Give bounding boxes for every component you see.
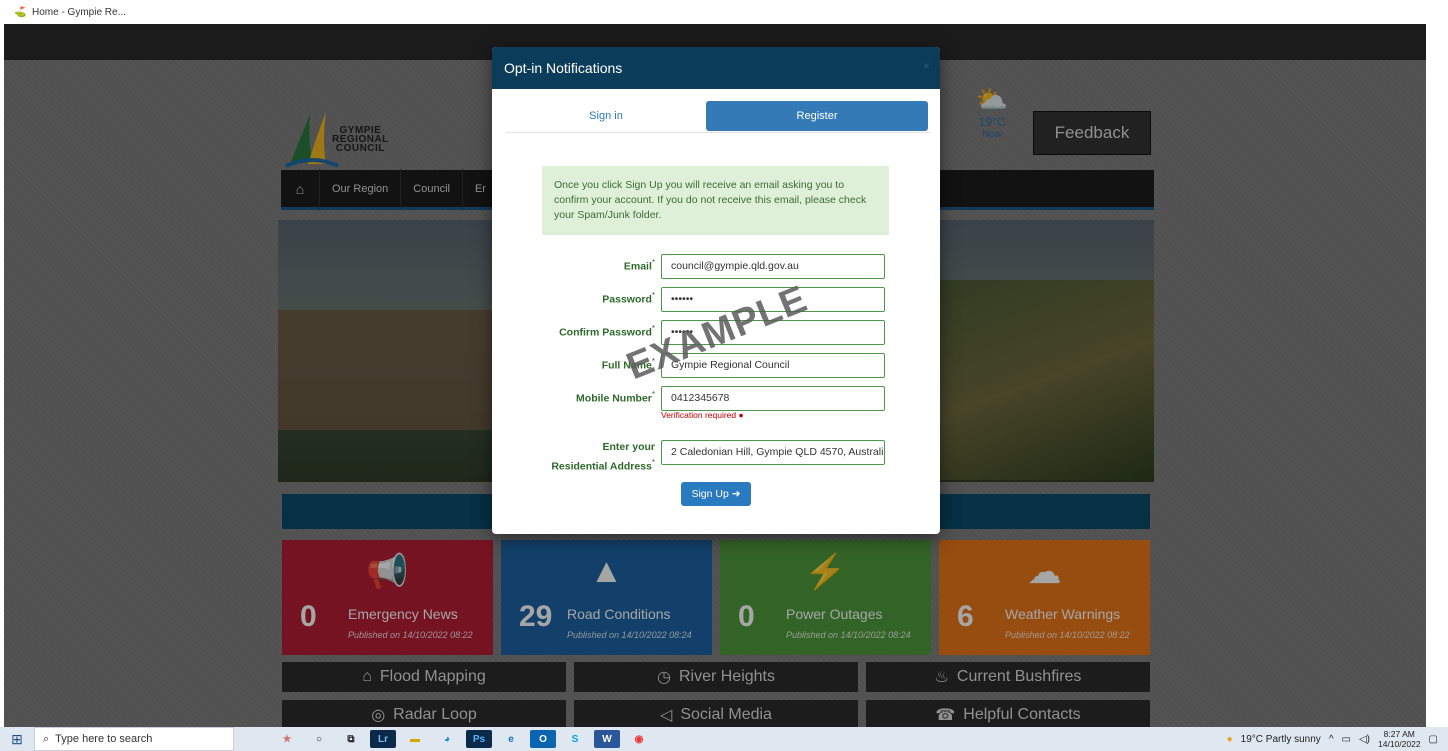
search-placeholder: Type here to search [55, 733, 153, 745]
chevron-up-icon[interactable]: ^ [1329, 734, 1334, 745]
verification-hint[interactable]: Verification required ● [661, 410, 744, 420]
windows-start-icon[interactable]: ⊞ [0, 731, 34, 748]
word-icon[interactable]: W [594, 730, 620, 748]
lightroom-icon[interactable]: Lr [370, 730, 396, 748]
tab-title[interactable]: Home - Gympie Re... [32, 7, 126, 18]
tab-sign-in[interactable]: Sign in [506, 101, 706, 131]
chrome-icon[interactable]: ◉ [626, 730, 652, 748]
password-label: Password* [602, 291, 655, 306]
outlook-icon[interactable]: O [530, 730, 556, 748]
modal-header: Opt-in Notifications × [492, 47, 940, 89]
notification-icon[interactable]: ▢ [1429, 734, 1438, 745]
clock[interactable]: 8:27 AM 14/10/2022 [1378, 729, 1421, 749]
widgets-icon[interactable]: ★ [274, 730, 300, 748]
volume-icon[interactable]: ◁) [1359, 734, 1370, 745]
address-label: Enter your Residential Address* [551, 441, 655, 473]
modal-title: Opt-in Notifications [504, 60, 623, 76]
mobile-number-field[interactable]: 0412345678 [661, 386, 885, 411]
network-icon[interactable]: ▭ [1342, 734, 1351, 745]
close-icon[interactable]: × [923, 59, 930, 73]
taskbar-weather[interactable]: 19°C Partly sunny [1241, 734, 1321, 745]
task-view-icon[interactable]: ⧉ [338, 730, 364, 748]
mobile-label: Mobile Number* [576, 390, 655, 405]
browser-viewport: GYMPIE REGIONAL COUNCIL ⛅ 19°C Now Feedb… [4, 24, 1426, 727]
confirm-password-label: Confirm Password* [559, 324, 655, 339]
windows-taskbar: ⊞ ⌕ Type here to search ★ ○ ⧉ Lr ▬ ◕ Ps … [0, 727, 1448, 751]
file-explorer-icon[interactable]: ▬ [402, 730, 428, 748]
skype-icon[interactable]: S [562, 730, 588, 748]
weather-icon: ● [1226, 733, 1233, 745]
cortana-icon[interactable]: ○ [306, 730, 332, 748]
internet-explorer-icon[interactable]: e [498, 730, 524, 748]
browser-title-bar: ⛳ Home - Gympie Re... [0, 0, 1448, 24]
photoshop-icon[interactable]: Ps [466, 730, 492, 748]
info-notice: Once you click Sign Up you will receive … [542, 166, 889, 235]
search-icon: ⌕ [43, 732, 50, 745]
site-favicon-icon: ⛳ [14, 7, 27, 18]
tab-register[interactable]: Register [706, 101, 928, 131]
edge-icon[interactable]: ◕ [434, 730, 460, 748]
system-tray: ● 19°C Partly sunny ^ ▭ ◁) 8:27 AM 14/10… [1227, 727, 1438, 751]
residential-address-field[interactable]: 2 Caledonian Hill, Gympie QLD 4570, Aust… [661, 440, 885, 465]
opt-in-modal: Opt-in Notifications × Sign in Register … [492, 47, 940, 534]
sign-up-button[interactable]: Sign Up ➜ [681, 482, 751, 506]
email-label: Email* [623, 258, 655, 273]
auth-tabs: Sign in Register [506, 101, 931, 133]
question-icon: ● [738, 410, 744, 420]
taskbar-search-box[interactable]: ⌕ Type here to search [34, 727, 234, 751]
sign-in-arrow-icon: ➜ [731, 488, 741, 500]
email-field[interactable]: council@gympie.qld.gov.au [661, 254, 885, 279]
